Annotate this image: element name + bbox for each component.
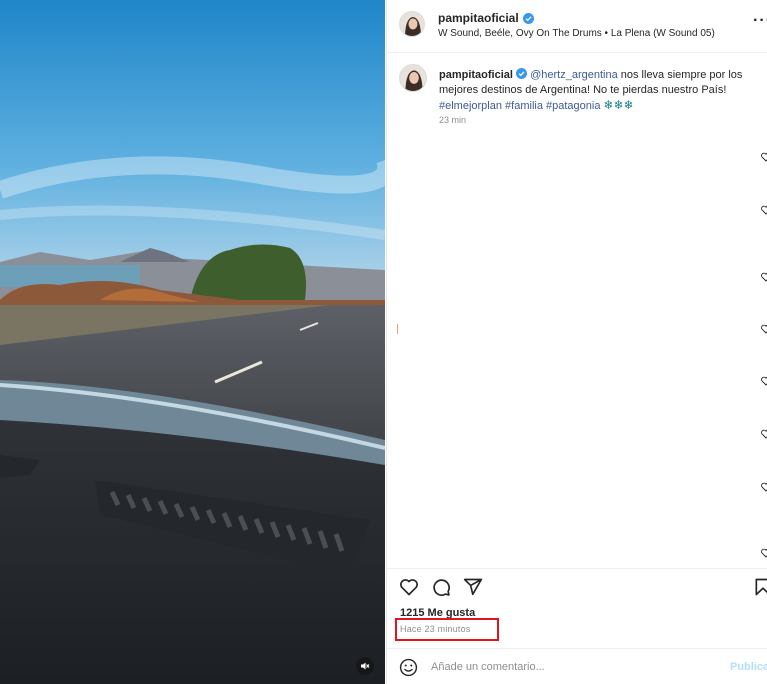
heart-icon [761, 548, 767, 558]
avatar[interactable] [399, 11, 425, 37]
verified-badge-icon [516, 68, 528, 79]
red-highlight-annotation [395, 618, 499, 641]
comment-like-button[interactable] [761, 376, 767, 386]
more-options-button[interactable]: ··· [753, 12, 767, 30]
heart-icon [761, 205, 767, 215]
comment-button[interactable] [431, 577, 451, 597]
heart-icon [761, 152, 767, 162]
publish-button[interactable]: Publicar [730, 661, 767, 673]
profile-photo-icon [400, 12, 424, 36]
comment-like-button[interactable] [761, 482, 767, 492]
add-comment-bar: Publicar [387, 648, 767, 684]
hashtag-link[interactable]: #familia [505, 100, 543, 112]
heart-icon [761, 272, 767, 282]
comment-like-button[interactable] [761, 272, 767, 282]
hashtag-link[interactable]: #elmejorplan [439, 100, 502, 112]
share-icon [463, 578, 483, 596]
speaker-muted-icon [361, 662, 370, 670]
comment-like-button[interactable] [761, 548, 767, 558]
more-dots-icon: ··· [753, 12, 767, 29]
post-details-panel: pampitaoficial W Sound, Beéle, Ovy On Th… [386, 0, 767, 684]
caption-text: pampitaoficial @hertz_argentina nos llev… [439, 68, 757, 114]
post-header: pampitaoficial W Sound, Beéle, Ovy On Th… [387, 0, 767, 53]
mute-toggle-button[interactable] [356, 657, 374, 675]
video-frame-road [0, 0, 385, 684]
like-button[interactable] [399, 577, 419, 597]
share-button[interactable] [463, 577, 483, 597]
comment-like-button[interactable] [761, 324, 767, 334]
save-button[interactable] [753, 577, 767, 597]
post-author-username[interactable]: pampitaoficial [438, 11, 519, 25]
comment-like-button[interactable] [761, 152, 767, 162]
heart-icon [761, 429, 767, 439]
snowflake-emojis: ❄❄❄ [603, 98, 634, 112]
heart-icon [400, 579, 418, 596]
post-actions-bar [387, 568, 767, 602]
verified-badge-icon [522, 12, 534, 24]
comment-input[interactable] [431, 658, 711, 676]
heart-icon [761, 482, 767, 492]
smiley-icon [399, 658, 418, 677]
avatar[interactable] [399, 64, 427, 92]
bookmark-icon [755, 578, 767, 596]
scroll-indicator [397, 324, 398, 334]
caption-timestamp: 23 min [439, 115, 467, 125]
heart-icon [761, 376, 767, 386]
caption-username[interactable]: pampitaoficial [439, 69, 513, 81]
mention-link[interactable]: @hertz_argentina [530, 69, 618, 81]
comment-like-button[interactable] [761, 205, 767, 215]
heart-icon [761, 324, 767, 334]
emoji-picker-button[interactable] [399, 658, 418, 677]
comment-icon [433, 579, 450, 596]
profile-photo-icon [400, 65, 426, 91]
hashtag-link[interactable]: #patagonia [546, 100, 600, 112]
comment-like-button[interactable] [761, 429, 767, 439]
audio-track-link[interactable]: W Sound, Beéle, Ovy On The Drums • La Pl… [438, 28, 715, 39]
reel-video[interactable] [0, 0, 385, 684]
